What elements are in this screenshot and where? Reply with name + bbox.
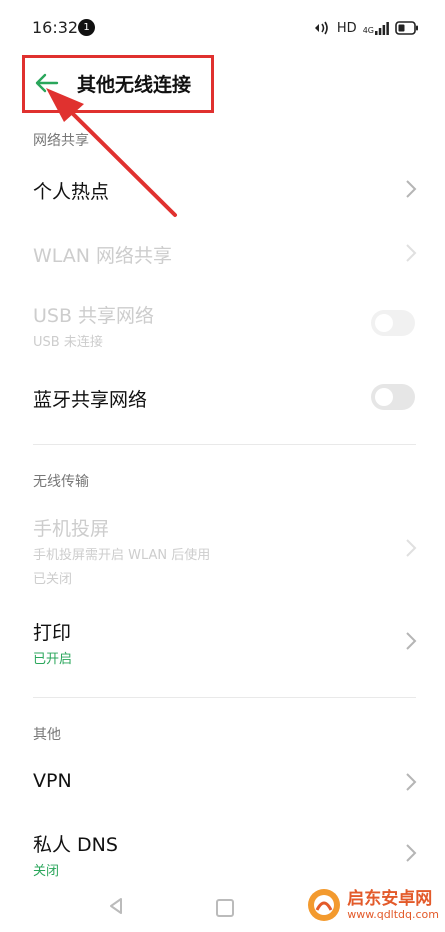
chevron-right-icon (406, 180, 417, 198)
row-bt-share[interactable]: 蓝牙共享网络 (0, 368, 445, 426)
usb-share-toggle (371, 310, 415, 336)
watermark-name: 启东安卓网 (347, 889, 433, 909)
print-label: 打印 (33, 622, 72, 644)
print-status: 已开启 (33, 652, 73, 667)
hd-indicator: HD (336, 20, 357, 36)
status-time: 16:32 (32, 18, 79, 37)
chevron-right-icon (406, 632, 417, 650)
notification-badge: 1 (78, 19, 95, 36)
private-dns-status: 关闭 (33, 864, 60, 879)
watermark-url: www.qdltdq.com (347, 908, 439, 921)
hotspot-label: 个人热点 (33, 181, 110, 203)
page-title: 其他无线连接 (77, 74, 192, 96)
row-print[interactable]: 打印 已开启 (0, 608, 445, 676)
row-private-dns[interactable]: 私人 DNS 关闭 (0, 820, 445, 882)
row-usb-share: USB 共享网络 USB 未连接 (0, 290, 445, 356)
section-divider (33, 697, 416, 698)
signal-icon (375, 22, 389, 35)
battery-icon (395, 21, 418, 35)
screen-cast-hint: 手机投屏需开启 WLAN 后使用 (33, 548, 211, 563)
header-highlight-box: 其他无线连接 (22, 55, 214, 113)
wlan-share-label: WLAN 网络共享 (33, 245, 173, 267)
watermark-logo-icon (308, 889, 341, 921)
nav-back-icon[interactable] (108, 897, 124, 915)
section-header-network-share: 网络共享 (33, 133, 89, 149)
vpn-label: VPN (33, 770, 72, 792)
status-bar: 16:32 1 HD 4G (0, 0, 445, 56)
section-divider (33, 444, 416, 445)
private-dns-label: 私人 DNS (33, 834, 118, 856)
nfc-icon (314, 21, 328, 35)
chevron-right-icon (406, 773, 417, 791)
signal-indicator: 4G (363, 21, 389, 35)
toggle-knob (375, 314, 393, 332)
chevron-right-icon (406, 844, 417, 862)
bt-share-label: 蓝牙共享网络 (33, 389, 148, 411)
row-vpn[interactable]: VPN (0, 752, 445, 810)
network-type: 4G (362, 26, 374, 35)
status-icons: HD 4G (313, 17, 419, 39)
back-arrow-icon[interactable] (33, 72, 59, 94)
usb-share-label: USB 共享网络 (33, 305, 155, 327)
usb-share-status: USB 未连接 (33, 335, 103, 350)
row-hotspot[interactable]: 个人热点 (0, 160, 445, 218)
section-header-wireless-transfer: 无线传输 (33, 474, 89, 490)
watermark: 启东安卓网 www.qdltdq.com (307, 888, 439, 922)
toggle-knob (375, 388, 393, 406)
nav-home-icon[interactable] (216, 899, 234, 917)
screen-cast-status: 已关闭 (33, 572, 73, 587)
row-screen-cast: 手机投屏 手机投屏需开启 WLAN 后使用 已关闭 (0, 505, 445, 591)
watermark-text: 启东安卓网 www.qdltdq.com (347, 889, 439, 921)
chevron-right-icon (406, 244, 417, 262)
bt-share-toggle[interactable] (371, 384, 415, 410)
screen-cast-label: 手机投屏 (33, 518, 110, 540)
chevron-right-icon (406, 539, 417, 557)
section-header-other: 其他 (33, 727, 61, 743)
row-wlan-share: WLAN 网络共享 (0, 222, 445, 282)
